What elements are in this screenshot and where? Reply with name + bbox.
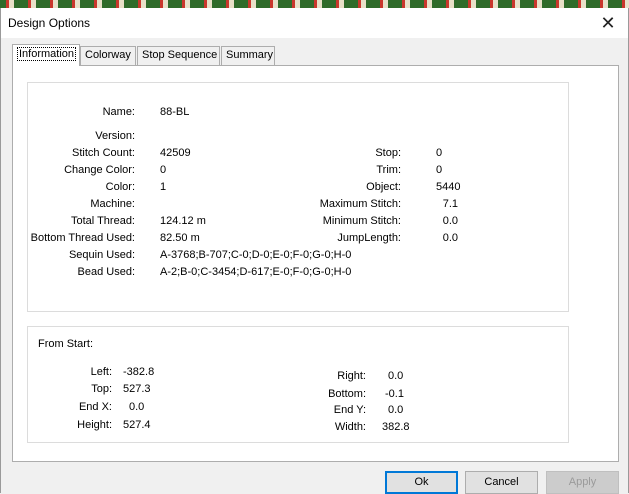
tab-colorway[interactable]: Colorway bbox=[80, 46, 136, 65]
tab-information[interactable]: Information bbox=[12, 44, 80, 66]
bottom-thread-label: Bottom Thread Used: bbox=[30, 232, 135, 244]
bottom-label: Bottom: bbox=[328, 388, 366, 400]
machine-label: Machine: bbox=[90, 198, 135, 210]
width-value: 382.8 bbox=[382, 421, 410, 433]
window-title: Design Options bbox=[8, 16, 91, 30]
tab-summary[interactable]: Summary bbox=[221, 46, 275, 65]
ok-button[interactable]: Ok bbox=[385, 471, 458, 494]
sequin-used-value: A-3768;B-707;C-0;D-0;E-0;F-0;G-0;H-0 bbox=[160, 249, 352, 261]
height-value: 527.4 bbox=[123, 419, 151, 431]
object-label: Object: bbox=[366, 181, 401, 193]
end-x-label: End X: bbox=[78, 401, 112, 413]
end-y-label: End Y: bbox=[333, 404, 366, 416]
apply-button[interactable]: Apply bbox=[546, 471, 619, 494]
from-start-heading: From Start: bbox=[38, 338, 94, 350]
tab-information-label: Information bbox=[17, 47, 77, 61]
design-options-dialog: Design Options ✕ Information Colorway St… bbox=[0, 8, 629, 494]
height-label: Height: bbox=[77, 419, 112, 431]
bead-used-label: Bead Used: bbox=[77, 266, 135, 278]
bottom-thread-value: 82.50 m bbox=[160, 232, 200, 244]
jump-length-label: JumpLength: bbox=[337, 232, 401, 244]
stop-value: 0 bbox=[436, 147, 443, 159]
object-value: 5440 bbox=[436, 181, 461, 193]
from-start-group: From Start: Left: -382.8 Top: 527.3 End … bbox=[27, 326, 569, 443]
stitch-count-label: Stitch Count: bbox=[72, 147, 135, 159]
top-label: Top: bbox=[91, 383, 112, 395]
color-value: 1 bbox=[160, 181, 167, 193]
change-color-label: Change Color: bbox=[64, 164, 135, 176]
name-value: 88-BL bbox=[160, 106, 190, 118]
maximum-stitch-label: Maximum Stitch: bbox=[319, 198, 401, 210]
left-value: -382.8 bbox=[123, 366, 155, 378]
bead-used-value: A-2;B-0;C-3454;D-617;E-0;F-0;G-0;H-0 bbox=[160, 266, 352, 278]
right-label: Right: bbox=[337, 370, 366, 382]
total-thread-label: Total Thread: bbox=[70, 215, 135, 227]
left-label: Left: bbox=[90, 366, 112, 378]
stop-label: Stop: bbox=[375, 147, 401, 159]
end-y-value: 0.0 bbox=[388, 404, 404, 416]
color-label: Color: bbox=[105, 181, 135, 193]
tab-stop-sequence[interactable]: Stop Sequence bbox=[137, 46, 220, 65]
trim-label: Trim: bbox=[376, 164, 401, 176]
design-info-group: Name: 88-BL Version: Stitch Count: 42509… bbox=[27, 82, 569, 312]
change-color-value: 0 bbox=[160, 164, 167, 176]
end-x-value: 0.0 bbox=[129, 401, 145, 413]
trim-value: 0 bbox=[436, 164, 443, 176]
minimum-stitch-label: Minimum Stitch: bbox=[322, 215, 401, 227]
top-value: 527.3 bbox=[123, 383, 151, 395]
total-thread-value: 124.12 m bbox=[160, 215, 206, 227]
close-icon[interactable]: ✕ bbox=[596, 12, 620, 34]
cancel-button[interactable]: Cancel bbox=[465, 471, 538, 494]
maximum-stitch-value: 7.1 bbox=[442, 198, 458, 210]
jump-length-value: 0.0 bbox=[442, 232, 458, 244]
version-label: Version: bbox=[95, 130, 135, 142]
width-label: Width: bbox=[334, 421, 366, 433]
minimum-stitch-value: 0.0 bbox=[442, 215, 458, 227]
title-bar: Design Options ✕ bbox=[1, 8, 628, 38]
information-panel: Name: 88-BL Version: Stitch Count: 42509… bbox=[12, 65, 619, 462]
bottom-value: -0.1 bbox=[385, 388, 404, 400]
stitch-count-value: 42509 bbox=[160, 147, 191, 159]
right-value: 0.0 bbox=[388, 370, 404, 382]
name-label: Name: bbox=[102, 106, 135, 118]
sequin-used-label: Sequin Used: bbox=[68, 249, 135, 261]
